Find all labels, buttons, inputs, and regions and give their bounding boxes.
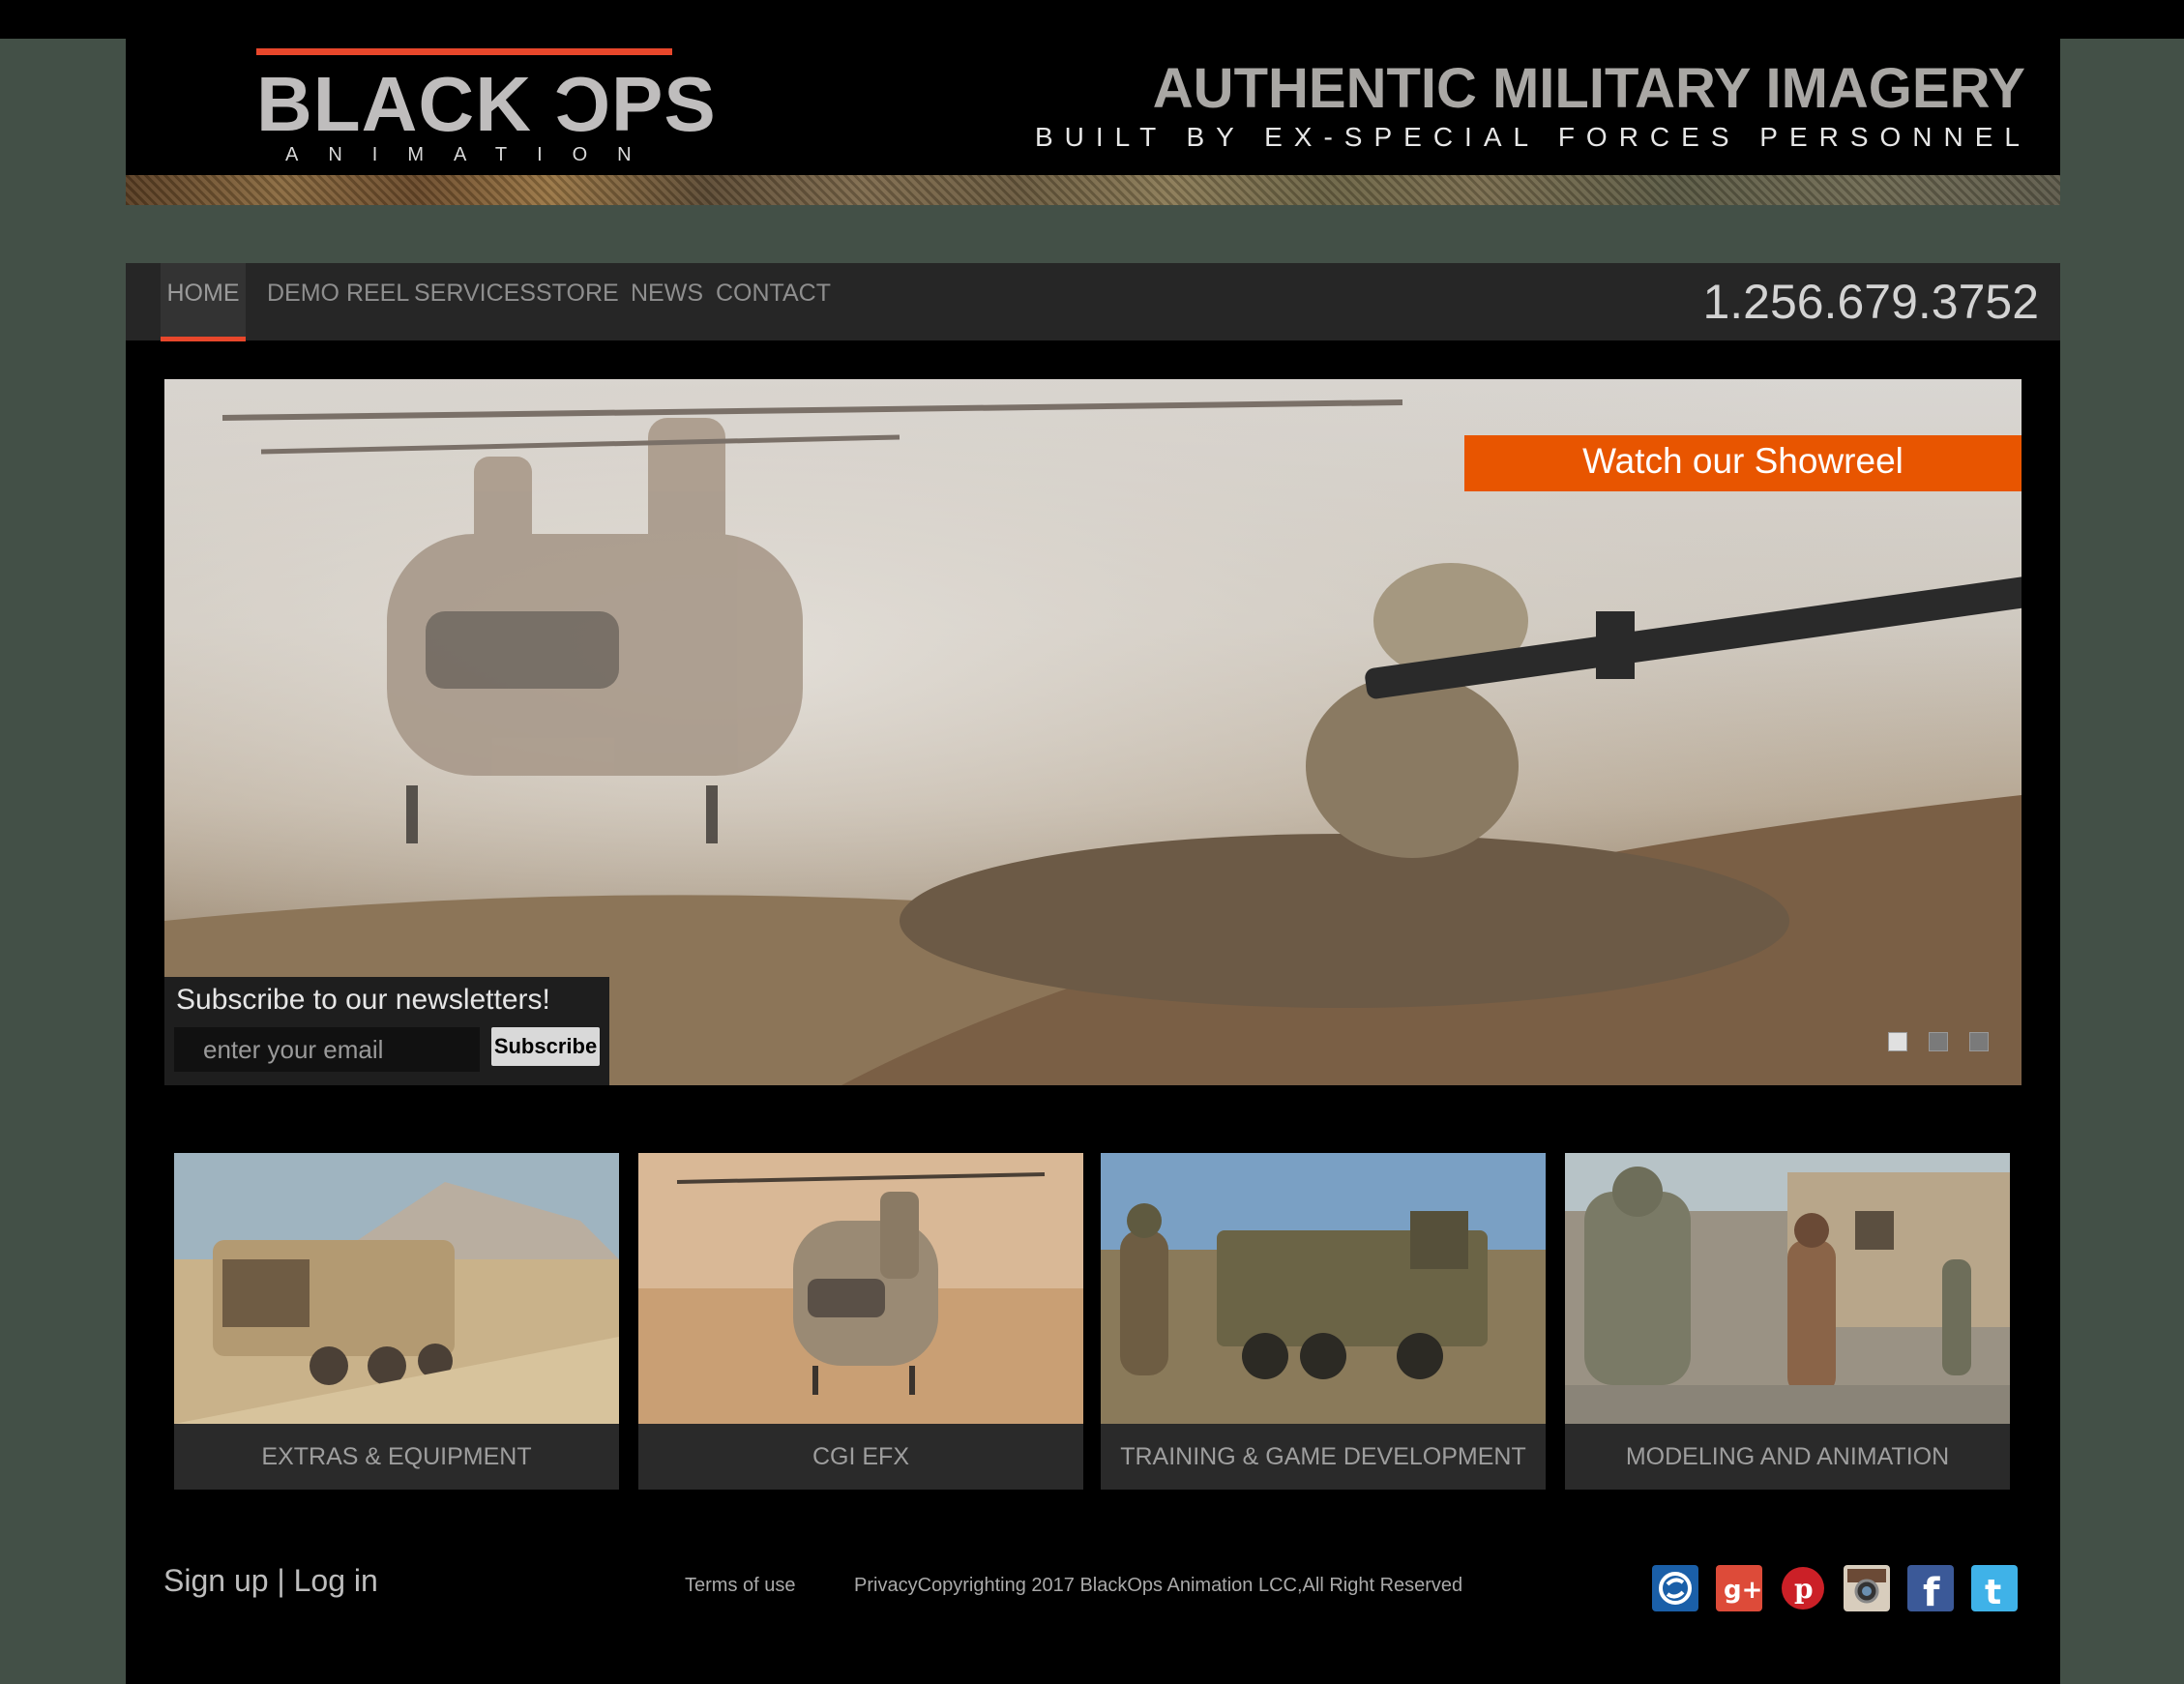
- svg-text:g+: g+: [1724, 1576, 1762, 1605]
- login-link[interactable]: Log in: [294, 1563, 378, 1598]
- nav-item-contact[interactable]: CONTACT: [716, 263, 831, 337]
- main-nav: HOME DEMO REEL SERVICES STORE NEWS CONTA…: [126, 263, 2060, 341]
- hero-slider: Watch our Showreel Subscribe to our news…: [164, 379, 2022, 1085]
- nav-item-demo-reel[interactable]: DEMO REEL: [267, 263, 409, 337]
- link-separator: |: [277, 1563, 285, 1598]
- newsletter-box: Subscribe to our newsletters! Subscribe: [164, 977, 609, 1085]
- service-card-modeling[interactable]: MODELING AND ANIMATION: [1565, 1153, 2010, 1490]
- phone-number[interactable]: 1.256.679.3752: [1702, 273, 2039, 331]
- service-label: EXTRAS & EQUIPMENT: [261, 1443, 532, 1470]
- copyright-text: PrivacyCopyrighting 2017 BlackOps Animat…: [854, 1575, 1463, 1596]
- main-content: HOME DEMO REEL SERVICES STORE NEWS CONTA…: [126, 263, 2060, 1684]
- showreel-button[interactable]: Watch our Showreel: [1464, 435, 2022, 491]
- twitter-icon[interactable]: t: [1971, 1565, 2018, 1612]
- email-input[interactable]: [174, 1027, 480, 1072]
- site-header: BLACK ƆPS ANIMATION AUTHENTIC MILITARY I…: [126, 39, 2060, 176]
- logo[interactable]: BLACK ƆPS ANIMATION: [256, 48, 716, 165]
- terms-link[interactable]: Terms of use: [685, 1573, 795, 1598]
- nav-item-services[interactable]: SERVICES: [414, 263, 536, 337]
- service-image-village: [1565, 1153, 2010, 1424]
- logo-subtitle: ANIMATION: [285, 144, 662, 165]
- svg-text:p: p: [1794, 1573, 1814, 1605]
- skype-icon[interactable]: [1652, 1565, 1698, 1611]
- instagram-icon[interactable]: [1844, 1565, 1890, 1611]
- subscribe-button[interactable]: Subscribe: [491, 1027, 600, 1066]
- signup-link[interactable]: Sign up: [163, 1563, 269, 1598]
- svg-text:t: t: [1985, 1573, 2001, 1611]
- service-card-cgi[interactable]: CGI EFX: [638, 1153, 1083, 1490]
- newsletter-title: Subscribe to our newsletters!: [176, 984, 550, 1016]
- subtagline: BUILT BY EX-SPECIAL FORCES PERSONNEL: [1034, 122, 2031, 152]
- service-image-helicopter: [638, 1153, 1083, 1424]
- slider-dot-3[interactable]: [1969, 1032, 1989, 1051]
- account-links: Sign up | Log in: [163, 1561, 378, 1600]
- social-links: g+ p f t: [1652, 1565, 2029, 1615]
- terrain-banner: [126, 175, 2060, 205]
- facebook-icon[interactable]: f: [1907, 1565, 1954, 1615]
- logo-wordmark: BLACK ƆPS: [256, 61, 717, 147]
- service-card-extras[interactable]: EXTRAS & EQUIPMENT: [174, 1153, 619, 1490]
- service-card-training[interactable]: TRAINING & GAME DEVELOPMENT: [1101, 1153, 1546, 1490]
- nav-item-news[interactable]: NEWS: [631, 263, 703, 337]
- logo-accent-bar: [256, 48, 672, 55]
- slider-dot-1[interactable]: [1888, 1032, 1907, 1051]
- service-image-armored-vehicle: [174, 1153, 619, 1424]
- slider-dots: [1888, 1032, 1994, 1053]
- pinterest-icon[interactable]: p: [1780, 1565, 1826, 1611]
- services-grid: EXTRAS & EQUIPMENT CGI EFX TRAINING & GA…: [174, 1153, 2012, 1492]
- google-plus-icon[interactable]: g+: [1716, 1565, 1762, 1611]
- service-image-truck: [1101, 1153, 1546, 1424]
- service-label: MODELING AND ANIMATION: [1625, 1443, 1950, 1470]
- service-label: CGI EFX: [812, 1443, 909, 1470]
- svg-text:f: f: [1923, 1571, 1940, 1611]
- tagline: AUTHENTIC MILITARY IMAGERY: [1152, 57, 2025, 120]
- nav-item-home[interactable]: HOME: [161, 263, 246, 341]
- service-label: TRAINING & GAME DEVELOPMENT: [1120, 1443, 1526, 1470]
- slider-dot-2[interactable]: [1929, 1032, 1948, 1051]
- top-strip: [0, 0, 2184, 39]
- nav-item-store[interactable]: STORE: [536, 263, 619, 337]
